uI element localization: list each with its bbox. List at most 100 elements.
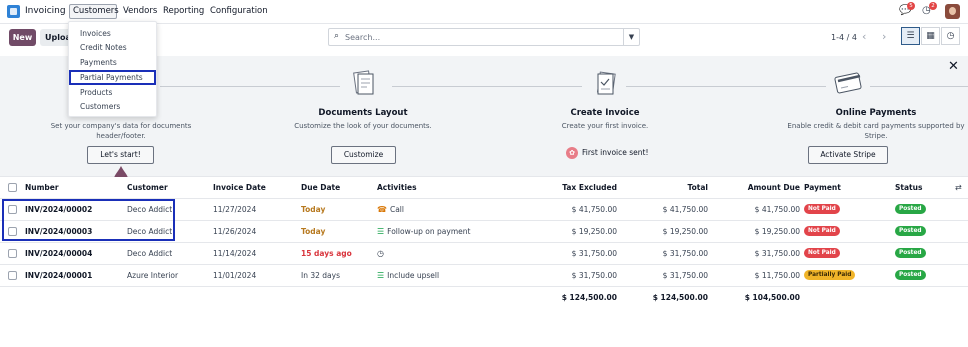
progress-line bbox=[160, 86, 340, 87]
col-number[interactable]: Number bbox=[25, 183, 59, 192]
col-tax-excluded[interactable]: Tax Excluded bbox=[537, 183, 617, 192]
col-activities[interactable]: Activities bbox=[377, 183, 417, 192]
status-badge: Posted bbox=[895, 270, 926, 280]
status-badge: Posted bbox=[895, 248, 926, 258]
new-button[interactable]: New bbox=[9, 29, 36, 46]
total-amount-due: $ 104,500.00 bbox=[744, 293, 800, 302]
credit-card-icon bbox=[834, 72, 862, 94]
tax-excluded: $ 31,750.00 bbox=[571, 249, 617, 258]
search-bar: ⌕ ▼ bbox=[328, 28, 640, 46]
amount-due: $ 31,750.00 bbox=[754, 249, 800, 258]
total: $ 31,750.00 bbox=[662, 271, 708, 280]
list-icon: ☰ bbox=[377, 271, 385, 280]
chevron-down-icon[interactable]: ▼ bbox=[623, 29, 639, 45]
rows-highlight-frame bbox=[2, 199, 175, 241]
invoice-date: 11/14/2024 bbox=[213, 249, 257, 258]
amount-due: $ 11,750.00 bbox=[754, 271, 800, 280]
total: $ 19,250.00 bbox=[662, 227, 708, 236]
dropdown-item-partial-payments[interactable]: Partial Payments bbox=[80, 73, 143, 82]
avatar[interactable] bbox=[945, 4, 960, 19]
invoice-date: 11/01/2024 bbox=[213, 271, 257, 280]
clock-icon: ◷ bbox=[377, 249, 384, 258]
app-name[interactable]: Invoicing bbox=[25, 6, 66, 16]
activity[interactable]: ☰ Follow-up on payment bbox=[377, 227, 470, 236]
dropdown-item-customers[interactable]: Customers bbox=[80, 102, 120, 111]
due-date: Today bbox=[301, 227, 326, 236]
activity-view-icon[interactable]: ◷ bbox=[941, 27, 960, 45]
invoice-number: INV/2024/00001 bbox=[25, 271, 93, 280]
activity-label: Include upsell bbox=[387, 271, 440, 280]
row-checkbox[interactable] bbox=[8, 271, 17, 280]
activity-count-badge: 2 bbox=[929, 2, 937, 10]
payment-badge: Partially Paid bbox=[804, 270, 856, 280]
progress-line bbox=[626, 86, 826, 87]
amount-due: $ 41,750.00 bbox=[754, 205, 800, 214]
menu-vendors[interactable]: Vendors bbox=[123, 6, 157, 16]
activity[interactable]: ◷ bbox=[377, 249, 387, 258]
kanban-view-icon[interactable]: ▦ bbox=[921, 27, 940, 45]
payment-badge: Not Paid bbox=[804, 248, 840, 258]
col-payment[interactable]: Payment bbox=[804, 183, 841, 192]
chat-count-badge: 5 bbox=[907, 2, 915, 10]
col-invoice-date[interactable]: Invoice Date bbox=[213, 183, 266, 192]
progress-line bbox=[870, 86, 968, 87]
list-view-icon[interactable]: ☰ bbox=[901, 27, 920, 45]
lets-start-button[interactable]: Let's start! bbox=[87, 146, 154, 164]
step3-done-text: First invoice sent! bbox=[582, 148, 649, 157]
customer-name: Deco Addict bbox=[127, 249, 173, 258]
row-checkbox[interactable] bbox=[8, 249, 17, 258]
tax-excluded: $ 31,750.00 bbox=[571, 271, 617, 280]
table-row[interactable]: INV/2024/00004 Deco Addict 11/14/2024 15… bbox=[0, 243, 968, 265]
menu-reporting[interactable]: Reporting bbox=[163, 6, 204, 16]
col-customer[interactable]: Customer bbox=[127, 183, 168, 192]
col-amount-due[interactable]: Amount Due bbox=[720, 183, 800, 192]
column-settings-icon[interactable]: ⇄ bbox=[955, 183, 962, 192]
customize-button[interactable]: Customize bbox=[331, 146, 396, 164]
step1-description: Set your company's data for documents he… bbox=[50, 122, 192, 140]
invoicing-app-icon[interactable] bbox=[7, 5, 20, 18]
chevron-right-icon[interactable]: › bbox=[882, 30, 886, 43]
menu-configuration[interactable]: Configuration bbox=[210, 6, 268, 16]
due-date: Today bbox=[301, 205, 326, 214]
step3-description: Create your first invoice. bbox=[561, 122, 649, 130]
invoice-check-icon bbox=[596, 71, 616, 95]
tax-excluded: $ 41,750.00 bbox=[571, 205, 617, 214]
close-icon[interactable]: ✕ bbox=[948, 59, 959, 74]
invoice-date: 11/27/2024 bbox=[213, 205, 257, 214]
dropdown-item-invoices[interactable]: Invoices bbox=[80, 29, 111, 38]
menu-customers[interactable]: Customers bbox=[73, 6, 119, 16]
step3-title: Create Invoice bbox=[570, 108, 640, 118]
dropdown-item-payments[interactable]: Payments bbox=[80, 58, 117, 67]
amount-due: $ 19,250.00 bbox=[754, 227, 800, 236]
select-all-checkbox[interactable] bbox=[8, 183, 17, 192]
col-status[interactable]: Status bbox=[895, 183, 922, 192]
dropdown-item-credit-notes[interactable]: Credit Notes bbox=[80, 43, 127, 52]
col-total[interactable]: Total bbox=[628, 183, 709, 192]
due-date: In 32 days bbox=[301, 271, 340, 280]
chevron-left-icon[interactable]: ‹ bbox=[862, 30, 866, 43]
table-row[interactable]: INV/2024/00001 Azure Interior 11/01/2024… bbox=[0, 265, 968, 287]
col-due-date[interactable]: Due Date bbox=[301, 183, 340, 192]
total-total: $ 124,500.00 bbox=[652, 293, 708, 302]
list-icon: ☰ bbox=[377, 227, 385, 236]
activate-stripe-button[interactable]: Activate Stripe bbox=[808, 146, 888, 164]
total-tax-excluded: $ 124,500.00 bbox=[561, 293, 617, 302]
step4-title: Online Payments bbox=[835, 108, 917, 118]
due-date: 15 days ago bbox=[301, 249, 352, 258]
document-layout-icon bbox=[353, 70, 374, 95]
total: $ 41,750.00 bbox=[662, 205, 708, 214]
dropdown-item-products[interactable]: Products bbox=[80, 88, 112, 97]
payment-badge: Not Paid bbox=[804, 226, 840, 236]
total: $ 31,750.00 bbox=[662, 249, 708, 258]
pager-value[interactable]: 1-4 / 4 bbox=[831, 33, 857, 42]
celebration-icon: ✿ bbox=[566, 147, 578, 159]
invoice-number: INV/2024/00004 bbox=[25, 249, 93, 258]
invoice-date: 11/26/2024 bbox=[213, 227, 257, 236]
step4-description: Enable credit & debit card payments supp… bbox=[787, 122, 965, 140]
payment-badge: Not Paid bbox=[804, 204, 840, 214]
activity[interactable]: ☎ Call bbox=[377, 205, 404, 214]
search-input[interactable] bbox=[345, 32, 615, 43]
customers-dropdown: Invoices Credit Notes Payments Partial P… bbox=[68, 21, 157, 117]
step2-title: Documents Layout bbox=[318, 108, 408, 118]
activity[interactable]: ☰ Include upsell bbox=[377, 271, 439, 280]
